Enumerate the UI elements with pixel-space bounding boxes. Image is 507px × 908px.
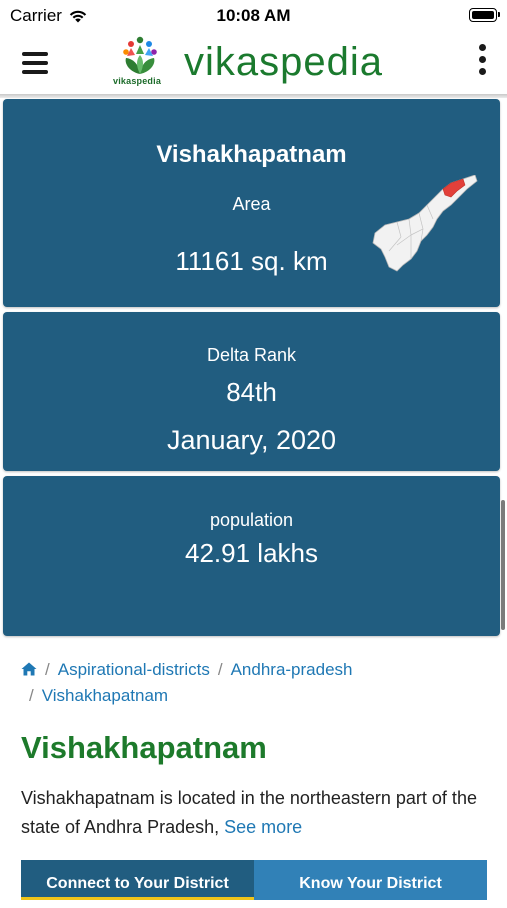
logo-subtitle: vikaspedia [113, 76, 162, 86]
breadcrumb-item-andhra-pradesh[interactable]: Andhra-pradesh [231, 660, 353, 679]
home-icon[interactable] [21, 662, 37, 676]
hamburger-menu-icon[interactable] [22, 52, 48, 74]
scrollbar[interactable] [501, 500, 505, 630]
breadcrumb-separator: / [217, 660, 223, 679]
district-description: Vishakhapatnam is located in the northea… [21, 784, 491, 842]
page-title: Vishakhapatnam [21, 730, 267, 765]
status-bar: Carrier 10:08 AM [0, 0, 507, 32]
delta-rank-label: Delta Rank [206, 345, 297, 365]
district-name: Vishakhapatnam [156, 141, 347, 168]
andhra-pradesh-map-icon [372, 175, 478, 272]
population-value: 42.91 lakhs [185, 538, 318, 568]
breadcrumb-separator: / [45, 660, 50, 679]
delta-rank-card: Delta Rank 84th January, 2020 [3, 312, 500, 471]
clock: 10:08 AM [216, 6, 291, 25]
delta-rank-value: 84th [226, 377, 277, 407]
area-card: Vishakhapatnam Area 11161 sq. km [3, 99, 500, 307]
breadcrumb-item-aspirational-districts[interactable]: Aspirational-districts [58, 660, 210, 679]
header-shadow [0, 94, 507, 98]
battery-icon [469, 8, 500, 22]
breadcrumb: / Aspirational-districts / Andhra-pradesh / V… [21, 657, 491, 709]
breadcrumb-item-vishakhapatnam[interactable]: Vishakhapatnam [42, 686, 168, 705]
vikaspedia-logo[interactable]: vikaspedia vikaspedia [112, 34, 412, 90]
tab-connect-to-your-district[interactable]: Connect to Your District [21, 860, 254, 900]
breadcrumb-separator: / [29, 686, 34, 705]
app-header: vikaspedia vikaspedia [0, 32, 507, 94]
delta-rank-date: January, 2020 [166, 425, 337, 455]
population-card: population 42.91 lakhs [3, 476, 500, 636]
population-label: population [209, 510, 294, 530]
see-more-link[interactable]: See more [224, 817, 302, 837]
vertical-ellipsis-icon[interactable] [477, 44, 487, 76]
logo-wordmark: vikaspedia [184, 40, 384, 84]
tab-know-your-district[interactable]: Know Your District [254, 860, 487, 900]
